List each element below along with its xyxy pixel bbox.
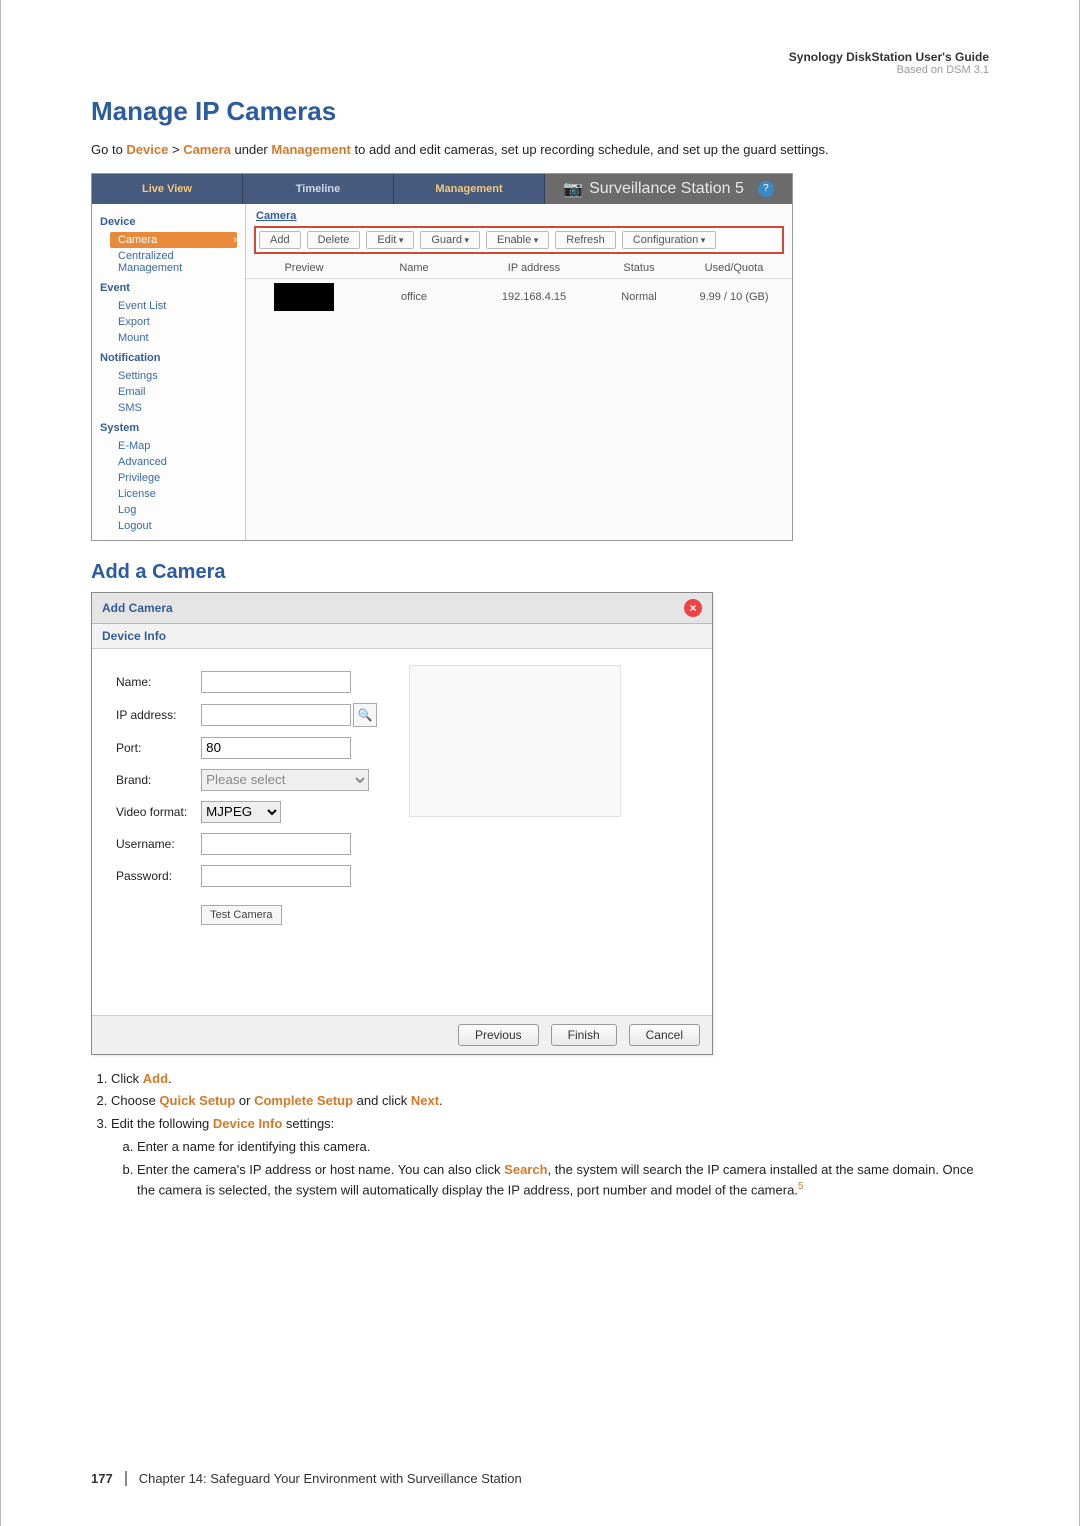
footnote-ref: 5 bbox=[798, 1181, 804, 1192]
dsm-version: Based on DSM 3.1 bbox=[91, 64, 989, 76]
chapter-label: Chapter 14: Safeguard Your Environment w… bbox=[139, 1471, 522, 1486]
camera-table-row[interactable]: office 192.168.4.15 Normal 9.99 / 10 (GB… bbox=[246, 279, 792, 315]
sidebar-item-event-list[interactable]: Event List bbox=[100, 298, 237, 314]
col-status: Status bbox=[594, 262, 684, 274]
ss-sidebar: Device Camera Centralized Management Eve… bbox=[92, 204, 246, 540]
tab-management[interactable]: Management bbox=[394, 174, 545, 204]
ss-header: Live View Timeline Management 📷 Surveill… bbox=[92, 174, 792, 204]
document-page: Synology DiskStation User's Guide Based … bbox=[0, 0, 1080, 1526]
refresh-button[interactable]: Refresh bbox=[555, 231, 616, 249]
surveillance-station-window: Live View Timeline Management 📷 Surveill… bbox=[91, 173, 793, 541]
substep-a: Enter a name for identifying this camera… bbox=[137, 1137, 989, 1157]
cell-status: Normal bbox=[594, 291, 684, 303]
password-input[interactable] bbox=[201, 865, 351, 887]
label-ip: IP address: bbox=[110, 699, 193, 731]
page-title: Manage IP Cameras bbox=[91, 96, 989, 127]
ip-input[interactable] bbox=[201, 704, 351, 726]
step-1: Click Add. bbox=[111, 1069, 989, 1089]
dialog-footer: Previous Finish Cancel bbox=[92, 1015, 712, 1054]
guide-title: Synology DiskStation User's Guide bbox=[91, 50, 989, 64]
cancel-button[interactable]: Cancel bbox=[629, 1024, 700, 1046]
sidebar-item-email[interactable]: Email bbox=[100, 384, 237, 400]
col-name: Name bbox=[354, 262, 474, 274]
sidebar-item-license[interactable]: License bbox=[100, 486, 237, 502]
label-password: Password: bbox=[110, 861, 193, 891]
step-2: Choose Quick Setup or Complete Setup and… bbox=[111, 1091, 989, 1111]
ss-app-title: 📷 Surveillance Station 5 ? bbox=[545, 174, 792, 204]
close-icon[interactable]: × bbox=[684, 599, 702, 617]
sidebar-item-centralized[interactable]: Centralized Management bbox=[100, 248, 237, 276]
dialog-subtitle: Device Info bbox=[92, 624, 712, 649]
kw-management: Management bbox=[271, 142, 350, 157]
username-input[interactable] bbox=[201, 833, 351, 855]
cat-system: System bbox=[100, 422, 237, 434]
kw-camera: Camera bbox=[183, 142, 231, 157]
ss-main: Camera Add Delete Edit Guard Enable Refr… bbox=[246, 204, 792, 540]
camera-logo-icon: 📷 bbox=[563, 179, 583, 199]
tab-live-view[interactable]: Live View bbox=[92, 174, 243, 204]
test-camera-button[interactable]: Test Camera bbox=[201, 905, 281, 925]
enable-button[interactable]: Enable bbox=[486, 231, 549, 249]
sidebar-item-emap[interactable]: E-Map bbox=[100, 438, 237, 454]
col-preview: Preview bbox=[254, 262, 354, 274]
label-brand: Brand: bbox=[110, 765, 193, 795]
label-port: Port: bbox=[110, 733, 193, 763]
configuration-button[interactable]: Configuration bbox=[622, 231, 716, 249]
substeps-list: Enter a name for identifying this camera… bbox=[111, 1137, 989, 1200]
sidebar-item-export[interactable]: Export bbox=[100, 314, 237, 330]
add-camera-dialog: Add Camera × Device Info Name: IP addres… bbox=[91, 592, 713, 1055]
sidebar-item-camera[interactable]: Camera bbox=[110, 232, 237, 248]
page-number: 177 bbox=[91, 1471, 127, 1486]
camera-table-header: Preview Name IP address Status Used/Quot… bbox=[246, 258, 792, 279]
search-icon[interactable]: 🔍 bbox=[353, 703, 377, 727]
ss-main-title: Camera bbox=[246, 204, 792, 222]
step-3: Edit the following Device Info settings:… bbox=[111, 1114, 989, 1200]
help-icon[interactable]: ? bbox=[758, 181, 774, 197]
delete-button[interactable]: Delete bbox=[307, 231, 361, 249]
device-info-form: Name: IP address: 🔍 Port: bbox=[108, 665, 385, 985]
steps-list: Click Add. Choose Quick Setup or Complet… bbox=[91, 1069, 989, 1200]
doc-header: Synology DiskStation User's Guide Based … bbox=[91, 50, 989, 76]
sidebar-item-privilege[interactable]: Privilege bbox=[100, 470, 237, 486]
cell-used: 9.99 / 10 (GB) bbox=[684, 291, 784, 303]
sidebar-item-advanced[interactable]: Advanced bbox=[100, 454, 237, 470]
cat-device: Device bbox=[100, 216, 237, 228]
camera-preview-panel bbox=[409, 665, 621, 817]
brand-select[interactable]: Please select bbox=[201, 769, 369, 791]
video-format-select[interactable]: MJPEG bbox=[201, 801, 281, 823]
camera-preview-thumb bbox=[274, 283, 334, 311]
sidebar-item-mount[interactable]: Mount bbox=[100, 330, 237, 346]
ss-toolbar: Add Delete Edit Guard Enable Refresh Con… bbox=[254, 226, 784, 254]
substep-b: Enter the camera's IP address or host na… bbox=[137, 1160, 989, 1200]
tab-timeline[interactable]: Timeline bbox=[243, 174, 394, 204]
port-input[interactable] bbox=[201, 737, 351, 759]
section-add-camera: Add a Camera bbox=[91, 561, 989, 584]
edit-button[interactable]: Edit bbox=[366, 231, 414, 249]
label-name: Name: bbox=[110, 667, 193, 697]
cat-notification: Notification bbox=[100, 352, 237, 364]
sidebar-item-sms[interactable]: SMS bbox=[100, 400, 237, 416]
label-video-format: Video format: bbox=[110, 797, 193, 827]
label-username: Username: bbox=[110, 829, 193, 859]
dialog-title-bar: Add Camera × bbox=[92, 593, 712, 624]
previous-button[interactable]: Previous bbox=[458, 1024, 539, 1046]
cell-ip: 192.168.4.15 bbox=[474, 291, 594, 303]
col-ip: IP address bbox=[474, 262, 594, 274]
sidebar-item-log[interactable]: Log bbox=[100, 502, 237, 518]
kw-device: Device bbox=[126, 142, 168, 157]
intro-paragraph: Go to Device > Camera under Management t… bbox=[91, 140, 989, 160]
col-used: Used/Quota bbox=[684, 262, 784, 274]
sidebar-item-settings[interactable]: Settings bbox=[100, 368, 237, 384]
sidebar-item-logout[interactable]: Logout bbox=[100, 518, 237, 534]
name-input[interactable] bbox=[201, 671, 351, 693]
add-button[interactable]: Add bbox=[259, 231, 301, 249]
page-footer: 177 Chapter 14: Safeguard Your Environme… bbox=[91, 1471, 989, 1486]
cell-name: office bbox=[354, 291, 474, 303]
cat-event: Event bbox=[100, 282, 237, 294]
dialog-title: Add Camera bbox=[102, 601, 173, 615]
guard-button[interactable]: Guard bbox=[420, 231, 480, 249]
finish-button[interactable]: Finish bbox=[551, 1024, 617, 1046]
